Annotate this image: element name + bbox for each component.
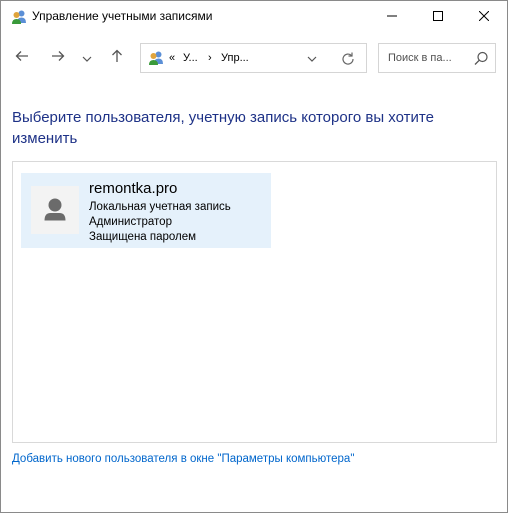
maximize-icon [433,8,443,26]
refresh-icon[interactable] [340,51,356,67]
address-overflow-button[interactable]: « [169,52,175,64]
user-tile[interactable]: remontka.pro Локальная учетная запись Ад… [21,173,271,248]
avatar [31,186,79,234]
close-button[interactable] [461,1,507,32]
minimize-button[interactable] [369,1,415,32]
chevron-down-icon [82,49,92,67]
search-icon[interactable] [474,51,489,66]
recent-locations-button[interactable] [78,47,96,69]
back-button[interactable] [11,47,33,69]
maximize-button[interactable] [415,1,461,32]
arrow-up-icon [111,49,123,68]
navigation-bar: « У... › Упр... Поиск в па... [1,39,507,79]
page-title: Выберите пользователя, учетную запись ко… [12,109,434,147]
users-icon [11,9,27,25]
arrow-right-icon [51,49,65,67]
close-icon [478,8,490,26]
minimize-icon [387,8,397,26]
control-panel-icon [148,50,164,66]
user-account-type: Локальная учетная запись [89,201,231,213]
address-bar[interactable]: « У... › Упр... [140,43,367,73]
user-password-status: Защищена паролем [89,231,197,243]
address-dropdown-icon[interactable] [305,52,319,66]
user-name: remontka.pro [89,180,178,197]
add-user-link[interactable]: Добавить нового пользователя в окне "Пар… [12,453,354,465]
search-box[interactable]: Поиск в па... [378,43,496,73]
window-title: Управление учетными записями [32,9,213,23]
title-bar: Управление учетными записями [1,1,507,32]
address-separator[interactable]: › [208,52,212,64]
forward-button[interactable] [47,47,69,69]
user-avatar-icon [31,198,79,238]
search-input[interactable]: Поиск в па... [388,52,452,64]
address-segment-1[interactable]: У... [183,52,198,64]
user-role: Администратор [89,216,172,228]
user-list: remontka.pro Локальная учетная запись Ад… [12,161,497,443]
arrow-left-icon [15,49,29,67]
address-segment-2[interactable]: Упр... [221,52,249,64]
user-accounts-window: Управление учетными записями « У... › Уп… [0,0,508,513]
up-button[interactable] [106,47,128,69]
